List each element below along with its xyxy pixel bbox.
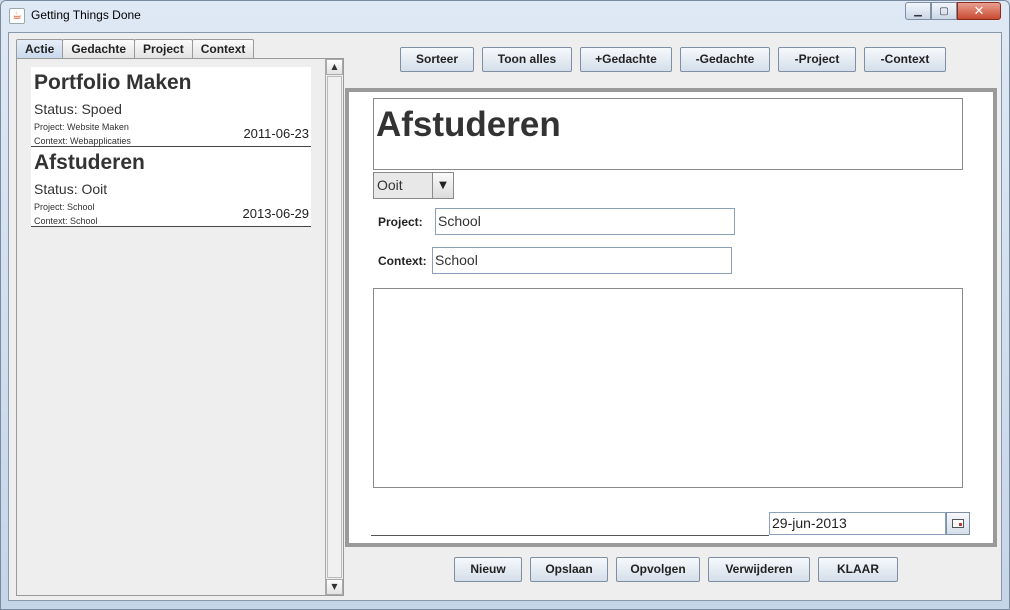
app-window: ☕ Getting Things Done ▁ ▢ ✕ Actie Gedach… — [0, 0, 1010, 610]
divider — [371, 535, 769, 536]
scroll-thumb[interactable] — [327, 76, 342, 578]
remove-thought-button[interactable]: -Gedachte — [680, 47, 770, 72]
new-button[interactable]: Nieuw — [454, 557, 522, 582]
context-field[interactable]: School — [432, 247, 732, 274]
calendar-icon — [952, 519, 964, 528]
done-button[interactable]: KLAAR — [818, 557, 898, 582]
tab-strip: Actie Gedachte Project Context — [16, 39, 255, 59]
notes-textarea[interactable] — [373, 288, 963, 488]
window-controls: ▁ ▢ ✕ — [905, 2, 1001, 20]
add-thought-button[interactable]: +Gedachte — [580, 47, 672, 72]
toolbar: Sorteer Toon alles +Gedachte -Gedachte -… — [400, 47, 946, 72]
scroll-up-icon[interactable]: ▲ — [326, 59, 343, 75]
action-list: Portfolio Maken Status: Spoed Project: W… — [17, 59, 325, 595]
remove-context-button[interactable]: -Context — [864, 47, 946, 72]
action-list-panel: Portfolio Maken Status: Spoed Project: W… — [16, 58, 344, 596]
item-status: Status: Spoed — [34, 101, 122, 117]
maximize-icon[interactable]: ▢ — [931, 2, 957, 20]
java-cup-icon: ☕ — [9, 8, 25, 24]
window-title: Getting Things Done — [31, 8, 141, 22]
project-label: Project: — [378, 215, 423, 229]
project-field[interactable]: School — [435, 208, 735, 235]
tab-context[interactable]: Context — [191, 39, 255, 58]
show-all-button[interactable]: Toon alles — [482, 47, 572, 72]
calendar-button[interactable] — [946, 512, 970, 535]
item-date: 2013-06-29 — [242, 206, 310, 221]
delete-button[interactable]: Verwijderen — [708, 557, 810, 582]
list-scrollbar[interactable]: ▲ ▼ — [325, 59, 343, 595]
action-name: Afstuderen — [376, 105, 561, 144]
tab-project[interactable]: Project — [134, 39, 193, 58]
context-label: Context: — [378, 254, 427, 268]
close-icon[interactable]: ✕ — [957, 2, 1001, 20]
action-buttons: Nieuw Opslaan Opvolgen Verwijderen KLAAR — [454, 557, 898, 582]
sort-button[interactable]: Sorteer — [400, 47, 474, 72]
status-dropdown[interactable]: Ooit ▼ — [373, 172, 454, 199]
item-status: Status: Ooit — [34, 181, 108, 197]
main-content: Actie Gedachte Project Context Portfolio… — [8, 32, 1002, 601]
item-date: 2011-06-23 — [243, 126, 309, 141]
item-project: Project: Website Maken — [34, 122, 129, 132]
list-item[interactable]: Portfolio Maken Status: Spoed Project: W… — [31, 67, 311, 147]
item-title: Afstuderen — [34, 151, 145, 174]
title-bar[interactable]: ☕ Getting Things Done ▁ ▢ ✕ — [1, 1, 1009, 31]
item-context: Context: School — [34, 216, 98, 226]
scroll-down-icon[interactable]: ▼ — [326, 579, 343, 595]
remove-project-button[interactable]: -Project — [778, 47, 856, 72]
list-item[interactable]: Afstuderen Status: Ooit Project: School … — [31, 147, 311, 227]
chevron-down-icon[interactable]: ▼ — [432, 173, 453, 198]
follow-up-button[interactable]: Opvolgen — [616, 557, 700, 582]
minimize-icon[interactable]: ▁ — [905, 2, 931, 20]
item-project: Project: School — [34, 202, 95, 212]
save-button[interactable]: Opslaan — [530, 557, 608, 582]
item-title: Portfolio Maken — [34, 71, 192, 94]
item-context: Context: Webapplicaties — [34, 136, 131, 146]
tab-actie[interactable]: Actie — [16, 39, 64, 59]
action-name-field[interactable]: Afstuderen — [373, 98, 963, 170]
tab-gedachte[interactable]: Gedachte — [62, 39, 136, 58]
action-editor: Afstuderen Ooit ▼ Project: School Contex… — [345, 88, 997, 547]
status-value: Ooit — [377, 177, 403, 193]
date-field[interactable]: 29-jun-2013 — [769, 512, 946, 535]
